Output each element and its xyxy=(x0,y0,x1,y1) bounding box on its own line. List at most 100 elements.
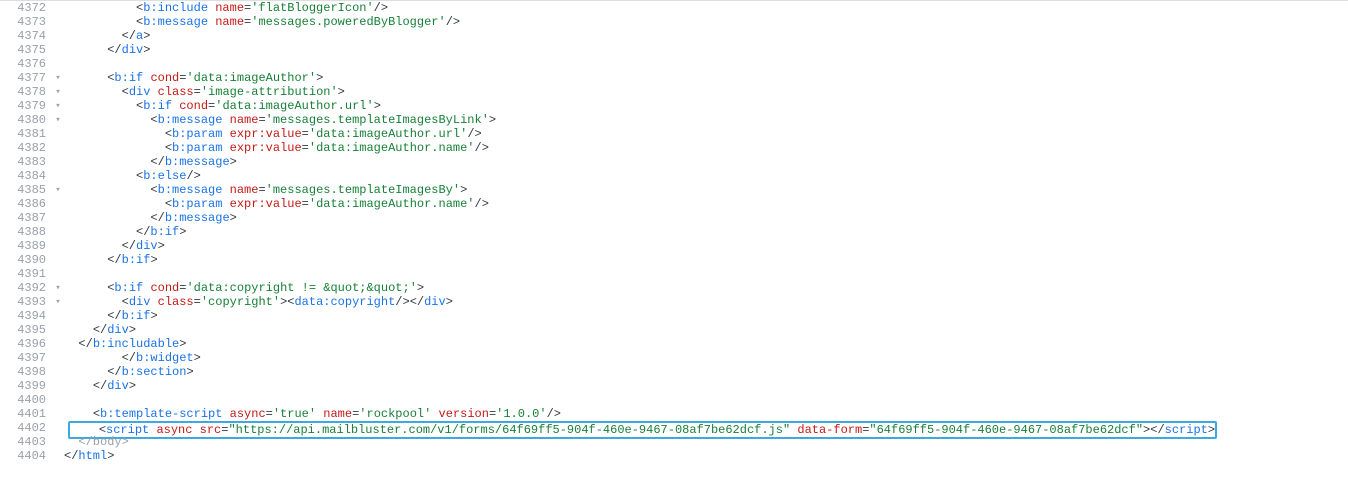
line-number: 4373 xyxy=(0,15,52,29)
fold-toggle-icon[interactable]: ▾ xyxy=(52,295,64,309)
code-line[interactable]: 4386 <b:param expr:value='data:imageAuth… xyxy=(0,197,1348,211)
code-content[interactable]: </b:message> xyxy=(64,155,237,169)
line-number: 4402 xyxy=(0,421,52,435)
code-line[interactable]: 4372 <b:include name='flatBloggerIcon'/> xyxy=(0,1,1348,15)
line-number: 4393 xyxy=(0,295,52,309)
line-number: 4385 xyxy=(0,183,52,197)
fold-toggle-icon[interactable]: ▾ xyxy=(52,183,64,197)
code-content[interactable]: </div> xyxy=(64,239,165,253)
line-number: 4383 xyxy=(0,155,52,169)
code-line[interactable]: 4390 </b:if> xyxy=(0,253,1348,267)
code-line[interactable]: 4393▾ <div class='copyright'><data:copyr… xyxy=(0,295,1348,309)
code-editor[interactable]: 4372 <b:include name='flatBloggerIcon'/>… xyxy=(0,0,1348,463)
code-content[interactable]: <b:template-script async='true' name='ro… xyxy=(64,407,561,421)
code-line[interactable]: 4378▾ <div class='image-attribution'> xyxy=(0,85,1348,99)
code-line[interactable]: 4399 </div> xyxy=(0,379,1348,393)
line-number: 4389 xyxy=(0,239,52,253)
code-line[interactable]: 4400 xyxy=(0,393,1348,407)
code-content[interactable]: </div> xyxy=(64,43,150,57)
line-number: 4380 xyxy=(0,113,52,127)
line-number: 4403 xyxy=(0,435,52,449)
line-number: 4390 xyxy=(0,253,52,267)
code-content[interactable]: <b:message name='messages.templateImages… xyxy=(64,113,496,127)
code-content[interactable]: </div> xyxy=(64,379,136,393)
code-content[interactable]: <b:param expr:value='data:imageAuthor.na… xyxy=(64,197,489,211)
line-number: 4372 xyxy=(0,1,52,15)
line-number: 4386 xyxy=(0,197,52,211)
code-content[interactable]: </html> xyxy=(64,449,114,463)
line-number: 4387 xyxy=(0,211,52,225)
code-content[interactable]: <b:if cond='data:imageAuthor.url'> xyxy=(64,99,381,113)
code-content[interactable]: <b:if cond='data:imageAuthor'> xyxy=(64,71,323,85)
code-content[interactable]: <div class='image-attribution'> xyxy=(64,85,345,99)
code-content[interactable]: <b:param expr:value='data:imageAuthor.ur… xyxy=(64,127,482,141)
code-content[interactable]: <div class='copyright'><data:copyright/>… xyxy=(64,295,453,309)
code-line[interactable]: 4388 </b:if> xyxy=(0,225,1348,239)
code-line[interactable]: 4401 <b:template-script async='true' nam… xyxy=(0,407,1348,421)
code-line[interactable]: 4402 <script async src="https://api.mail… xyxy=(0,421,1348,435)
code-line[interactable]: 4395 </div> xyxy=(0,323,1348,337)
code-content[interactable]: <b:message name='messages.poweredByBlogg… xyxy=(64,15,460,29)
line-number: 4382 xyxy=(0,141,52,155)
code-line[interactable]: 4389 </div> xyxy=(0,239,1348,253)
code-line[interactable]: 4385▾ <b:message name='messages.template… xyxy=(0,183,1348,197)
fold-toggle-icon[interactable]: ▾ xyxy=(52,85,64,99)
line-number: 4399 xyxy=(0,379,52,393)
code-content[interactable]: <b:param expr:value='data:imageAuthor.na… xyxy=(64,141,489,155)
line-number: 4375 xyxy=(0,43,52,57)
code-content[interactable]: </b:widget> xyxy=(64,351,201,365)
code-line[interactable]: 4404 </html> xyxy=(0,449,1348,463)
code-line[interactable]: 4396 </b:includable> xyxy=(0,337,1348,351)
fold-toggle-icon[interactable]: ▾ xyxy=(52,113,64,127)
code-content[interactable]: </b:if> xyxy=(64,225,186,239)
code-content[interactable]: </b:message> xyxy=(64,211,237,225)
code-line[interactable]: 4375 </div> xyxy=(0,43,1348,57)
line-number: 4401 xyxy=(0,407,52,421)
code-line[interactable]: 4381 <b:param expr:value='data:imageAuth… xyxy=(0,127,1348,141)
code-content[interactable]: </b:includable> xyxy=(64,337,186,351)
code-line[interactable]: 4374 </a> xyxy=(0,29,1348,43)
code-content[interactable]: <b:message name='messages.templateImages… xyxy=(64,183,467,197)
code-line[interactable]: 4383 </b:message> xyxy=(0,155,1348,169)
code-content[interactable]: </b:if> xyxy=(64,309,158,323)
code-line[interactable]: 4394 </b:if> xyxy=(0,309,1348,323)
line-number: 4378 xyxy=(0,85,52,99)
line-number: 4376 xyxy=(0,57,52,71)
code-content[interactable]: <b:else/> xyxy=(64,169,201,183)
line-number: 4395 xyxy=(0,323,52,337)
code-content[interactable]: <b:include name='flatBloggerIcon'/> xyxy=(64,1,388,15)
line-number: 4398 xyxy=(0,365,52,379)
code-line[interactable]: 4391 xyxy=(0,267,1348,281)
code-line[interactable]: 4377▾ <b:if cond='data:imageAuthor'> xyxy=(0,71,1348,85)
line-number: 4377 xyxy=(0,71,52,85)
code-line[interactable]: 4380▾ <b:message name='messages.template… xyxy=(0,113,1348,127)
code-content[interactable]: </a> xyxy=(64,29,150,43)
line-number: 4404 xyxy=(0,449,52,463)
code-content[interactable]: </b:if> xyxy=(64,253,158,267)
fold-toggle-icon[interactable]: ▾ xyxy=(52,71,64,85)
code-line[interactable]: 4384 <b:else/> xyxy=(0,169,1348,183)
code-line[interactable]: 4382 <b:param expr:value='data:imageAuth… xyxy=(0,141,1348,155)
line-number: 4374 xyxy=(0,29,52,43)
line-number: 4400 xyxy=(0,393,52,407)
fold-toggle-icon[interactable]: ▾ xyxy=(52,99,64,113)
code-content[interactable]: </b:section> xyxy=(64,365,194,379)
code-content[interactable]: </body> xyxy=(64,435,129,449)
code-line[interactable]: 4387 </b:message> xyxy=(0,211,1348,225)
code-line[interactable]: 4376 xyxy=(0,57,1348,71)
fold-toggle-icon[interactable]: ▾ xyxy=(52,281,64,295)
code-content[interactable]: <script async src="https://api.mailblust… xyxy=(68,421,1217,439)
line-number: 4384 xyxy=(0,169,52,183)
line-number: 4394 xyxy=(0,309,52,323)
code-line[interactable]: 4373 <b:message name='messages.poweredBy… xyxy=(0,15,1348,29)
code-line[interactable]: 4392▾ <b:if cond='data:copyright != &quo… xyxy=(0,281,1348,295)
code-line[interactable]: 4398 </b:section> xyxy=(0,365,1348,379)
line-number: 4397 xyxy=(0,351,52,365)
code-content[interactable]: <b:if cond='data:copyright != &quot;&quo… xyxy=(64,281,424,295)
code-content[interactable]: </div> xyxy=(64,323,136,337)
code-line[interactable]: 4379▾ <b:if cond='data:imageAuthor.url'> xyxy=(0,99,1348,113)
line-number: 4392 xyxy=(0,281,52,295)
line-number: 4379 xyxy=(0,99,52,113)
code-line[interactable]: 4397 </b:widget> xyxy=(0,351,1348,365)
line-number: 4391 xyxy=(0,267,52,281)
